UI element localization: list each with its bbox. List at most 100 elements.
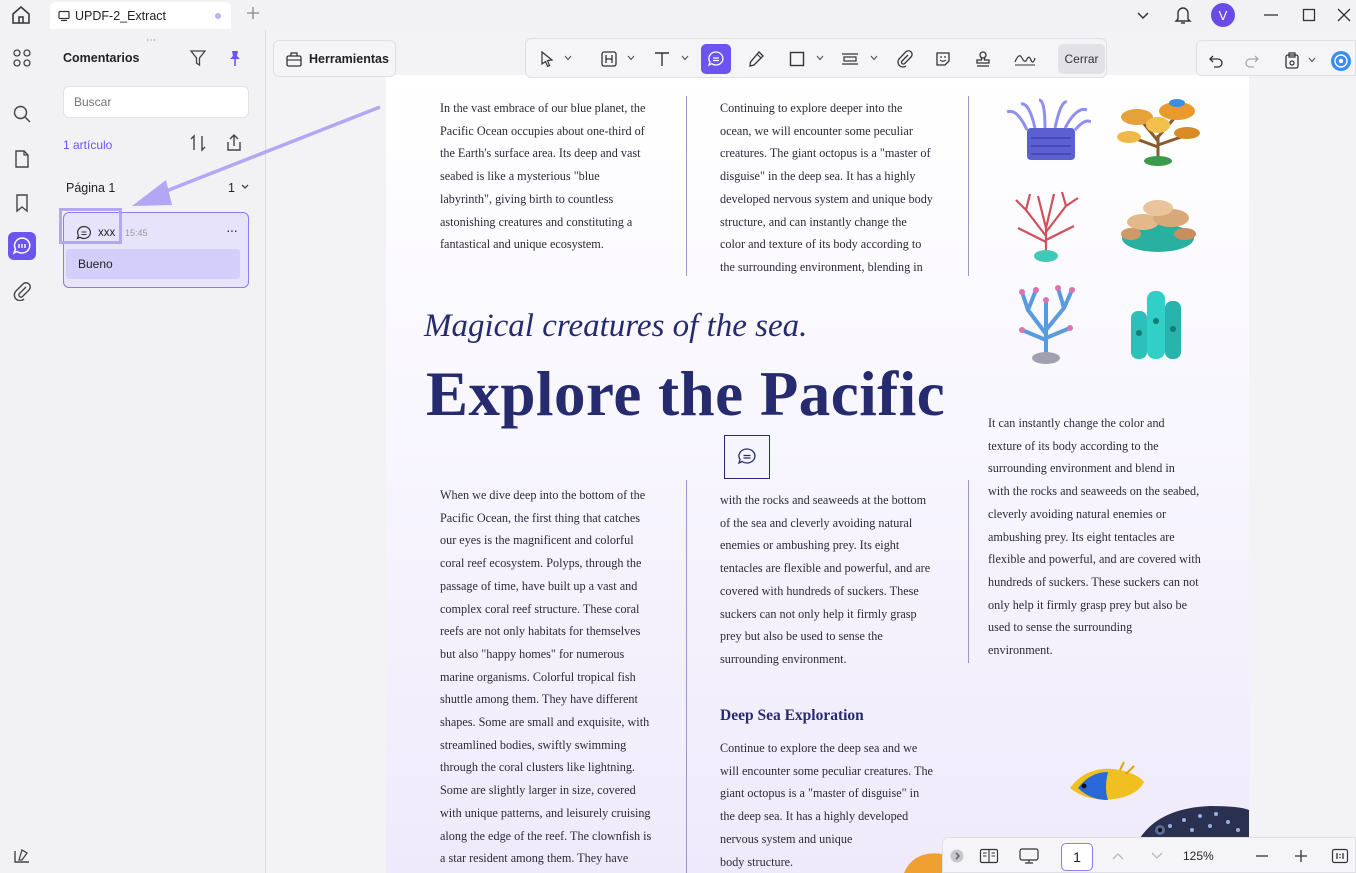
left-rail [0,30,44,873]
column-divider [686,480,687,873]
text-line: creatures. The giant octopus is a "maste… [720,146,931,161]
stamp-area-tool-icon[interactable] [837,44,863,74]
panel-grip[interactable]: ⋯ [146,35,157,46]
avatar[interactable]: V [1211,3,1235,27]
teal-tube-coral-image [1131,291,1181,359]
document-subtitle: Magical creatures of the sea. [424,308,808,344]
text-line: Some are slightly larger in size, covere… [440,783,636,798]
mushroom-coral-image [1121,200,1196,252]
tools-button[interactable]: Herramientas [273,40,396,77]
text-line: the surrounding environment, blending in [720,259,923,274]
zoom-in-icon[interactable] [1291,846,1311,866]
select-tool-icon[interactable] [534,44,560,74]
text-line: environment. [988,643,1053,658]
text-line: Continuing to explore deeper into the [720,101,903,115]
stamp-tool-icon[interactable] [970,44,996,74]
tools-label: Herramientas [309,51,389,66]
search-input[interactable] [63,86,249,118]
text-line: shapes. Some are small and exquisite, wi… [440,715,650,730]
comment-count: 1 artículo [63,138,113,152]
redo-icon[interactable] [1241,46,1263,76]
zoom-level[interactable]: 125% [1183,849,1214,863]
close-window-icon[interactable] [1333,4,1355,26]
text-line: astonishing creatures and constituting a [440,214,633,229]
caret-down-icon[interactable] [870,55,878,61]
pin-icon[interactable] [226,49,244,67]
caret-down-icon[interactable] [1308,57,1316,63]
comment-toolbar: Cerrar [525,38,1107,78]
text-line: tentacles are flexible and powerful, and… [720,561,931,576]
reading-mode-icon[interactable] [977,846,1001,866]
presentation-icon[interactable] [1016,846,1042,866]
shape-tool-icon[interactable] [784,44,810,74]
column-1-top: In the vast embrace of our blue planet, … [440,97,680,256]
text-line: will encounter some peculiar creatures. … [720,763,933,778]
chevron-right-icon[interactable] [949,846,965,866]
text-line: structure, and can instantly change the [720,214,907,229]
chevron-down-icon[interactable] [240,182,250,192]
actual-size-icon[interactable] [1329,846,1351,866]
export-icon[interactable] [224,133,244,153]
text-line: coral reef ecosystem. Polyps, through th… [440,556,642,571]
text-line: with the rocks and seaweeds at the botto… [720,493,927,507]
filter-icon[interactable] [189,49,207,67]
bookmark-icon[interactable] [8,189,36,217]
attach-file-tool-icon[interactable] [892,44,918,74]
search-icon[interactable] [8,100,36,128]
comment-text[interactable]: Bueno [66,249,240,279]
sort-icon[interactable] [189,134,207,152]
ai-assistant-icon[interactable] [1329,46,1353,76]
unsaved-dot [215,13,221,19]
more-options-icon[interactable]: ··· [226,222,238,238]
pencil-tool-icon[interactable] [743,44,769,74]
page-group-label[interactable]: Página 1 [66,181,115,195]
sticker-tool-icon[interactable] [930,44,956,74]
pages-icon[interactable] [8,145,36,173]
text-line: seabed is like a mysterious "blue [440,169,600,184]
thumbnails-icon[interactable] [8,44,36,72]
text-line: a star resident among them. They have [440,851,629,866]
undo-icon[interactable] [1205,46,1227,76]
attachment-icon[interactable] [8,277,36,305]
text-line: covered with hundreds of suckers. These [720,583,919,598]
comment-bubble-icon [737,448,756,465]
next-page-icon[interactable] [1147,846,1167,866]
document-tab[interactable]: UPDF-2_Extract [50,2,231,29]
text-line: only help it firmly grasp prey but also … [988,597,1188,612]
caret-down-icon[interactable] [816,55,824,61]
document-tab-icon [58,10,70,21]
close-button[interactable]: Cerrar [1058,44,1105,74]
column-2-top: Continuing to explore deeper into the oc… [720,97,960,279]
text-line: along the edge of the reef. The clownfis… [440,828,652,843]
toolbox-icon [286,51,302,67]
home-icon[interactable] [10,5,32,25]
save-icon[interactable] [1281,46,1303,76]
bell-icon[interactable] [1172,4,1194,26]
text-line: with the rocks and seaweeds on the seabe… [988,484,1200,499]
page-number-input[interactable]: 1 [1061,843,1093,871]
comment-annotation-marker[interactable] [724,435,770,479]
sticky-note-tool-icon[interactable] [701,44,731,74]
comments-icon[interactable] [8,232,36,260]
text-line: texture of its body according to the [988,438,1159,453]
new-tab-plus-icon[interactable] [245,5,261,21]
minimize-icon[interactable] [1260,4,1282,26]
signature-tool-icon[interactable] [1010,44,1040,74]
text-line: used to sense the surrounding [988,620,1133,635]
highlight-tool-icon[interactable] [596,44,622,74]
caret-down-icon[interactable] [627,55,635,61]
maximize-icon[interactable] [1298,4,1320,26]
text-line: our eyes is the magnificent and colorful [440,533,634,548]
chevron-down-icon[interactable] [1132,4,1154,26]
text-tool-icon[interactable] [649,44,675,74]
layers-icon[interactable] [8,842,36,870]
previous-page-icon[interactable] [1108,846,1128,866]
document-headline: Explore the Pacific [426,359,946,429]
page-group-count: 1 [228,181,235,195]
text-line: labyrinth", giving birth to countless [440,191,614,206]
caret-down-icon[interactable] [564,55,572,61]
zoom-out-icon[interactable] [1252,846,1272,866]
text-line: ambushing prey. Its eight tentacles are [988,529,1175,544]
caret-down-icon[interactable] [681,55,689,61]
orange-fish-fin-image [904,853,942,873]
